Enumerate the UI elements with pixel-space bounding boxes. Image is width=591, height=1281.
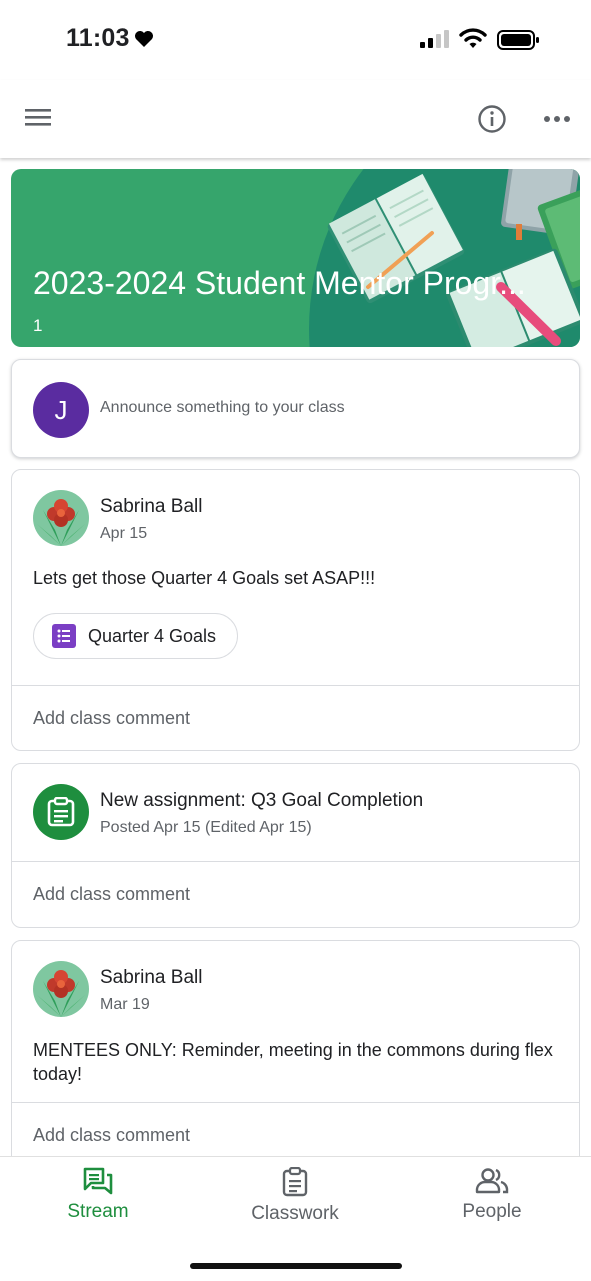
tab-label: People xyxy=(462,1201,522,1222)
stream-feed[interactable]: 2023-2024 Student Mentor Progr... 1 J An… xyxy=(0,158,591,1156)
attachment-label: Quarter 4 Goals xyxy=(88,625,217,646)
wifi-icon xyxy=(459,27,487,54)
post-body: Lets get those Quarter 4 Goals set ASAP!… xyxy=(33,568,376,588)
divider xyxy=(12,685,579,686)
status-bar: 11:03 xyxy=(0,0,591,80)
attachment-chip[interactable]: Quarter 4 Goals xyxy=(33,613,239,659)
avatar-initial: J xyxy=(54,394,68,425)
cellular-signal-icon xyxy=(420,30,450,53)
battery-icon xyxy=(497,29,541,56)
avatar xyxy=(33,961,89,1017)
tab-label: Classwork xyxy=(251,1203,339,1224)
add-class-comment-button[interactable]: Add class comment xyxy=(33,1125,190,1146)
hamburger-menu-icon[interactable] xyxy=(24,106,54,134)
class-section: 1 xyxy=(33,316,43,335)
post-author: Sabrina Ball xyxy=(100,967,203,988)
post-date: Mar 19 xyxy=(100,996,150,1013)
avatar: J xyxy=(33,382,89,438)
flower-avatar-icon xyxy=(33,490,89,546)
assignment-meta: Posted Apr 15 (Edited Apr 15) xyxy=(100,819,312,836)
bottom-navigation: Stream Classwork People xyxy=(0,1156,591,1281)
add-class-comment-button[interactable]: Add class comment xyxy=(33,708,190,729)
flower-avatar-icon xyxy=(33,961,89,1017)
class-banner[interactable]: 2023-2024 Student Mentor Progr... 1 xyxy=(11,169,580,347)
home-indicator[interactable] xyxy=(190,1263,402,1269)
info-icon[interactable] xyxy=(477,104,507,139)
app-bar xyxy=(0,80,591,158)
classwork-icon xyxy=(282,1167,308,1197)
books-illustration-icon xyxy=(309,169,580,347)
tab-stream[interactable]: Stream xyxy=(28,1167,168,1227)
post-card: Sabrina Ball Mar 19 MENTEES ONLY: Remind… xyxy=(11,940,580,1156)
tab-people[interactable]: People xyxy=(422,1167,562,1227)
tab-classwork[interactable]: Classwork xyxy=(225,1167,365,1227)
announce-placeholder[interactable]: Announce something to your class xyxy=(100,399,345,417)
forms-icon xyxy=(52,624,76,648)
divider xyxy=(12,861,579,862)
assignment-icon xyxy=(33,784,89,840)
announce-composer[interactable]: J Announce something to your class xyxy=(11,359,580,458)
tab-label: Stream xyxy=(67,1201,129,1222)
class-title: 2023-2024 Student Mentor Progr... xyxy=(33,265,526,301)
heart-icon xyxy=(134,30,154,53)
divider xyxy=(12,1102,579,1103)
assignment-title: New assignment: Q3 Goal Completion xyxy=(100,790,424,811)
status-time: 11:03 xyxy=(66,24,130,52)
add-class-comment-button[interactable]: Add class comment xyxy=(33,884,190,905)
post-body: MENTEES ONLY: Reminder, meeting in the c… xyxy=(33,1040,553,1084)
assignment-card[interactable]: New assignment: Q3 Goal Completion Poste… xyxy=(11,763,580,928)
people-icon xyxy=(475,1168,509,1194)
more-options-icon[interactable] xyxy=(543,110,571,128)
stream-icon xyxy=(83,1167,113,1195)
post-card: Sabrina Ball Apr 15 Lets get those Quart… xyxy=(11,469,580,751)
avatar xyxy=(33,490,89,546)
post-author: Sabrina Ball xyxy=(100,496,203,517)
post-date: Apr 15 xyxy=(100,525,148,542)
